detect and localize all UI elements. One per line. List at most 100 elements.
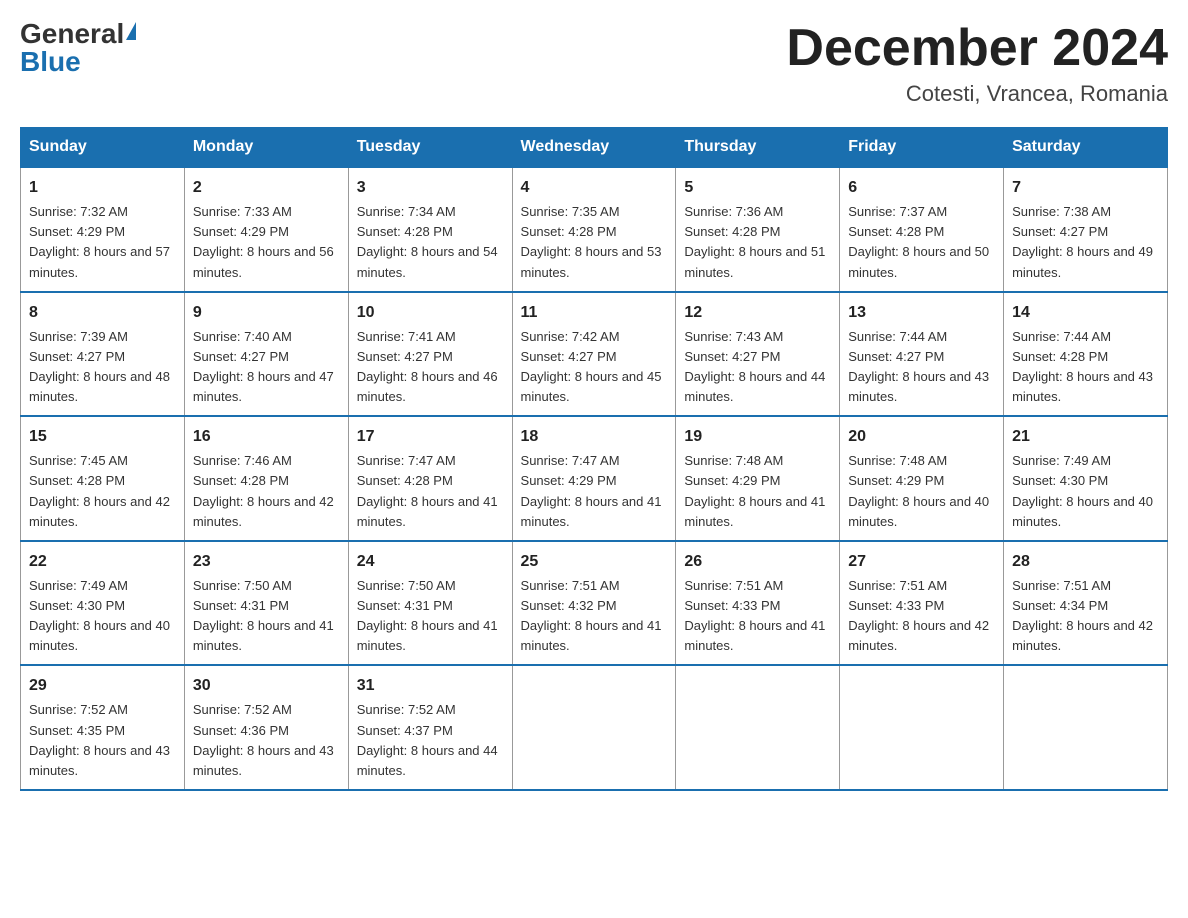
calendar-cell: 26 Sunrise: 7:51 AMSunset: 4:33 PMDayligh… (676, 541, 840, 666)
calendar-cell: 27 Sunrise: 7:51 AMSunset: 4:33 PMDayligh… (840, 541, 1004, 666)
day-info: Sunrise: 7:50 AMSunset: 4:31 PMDaylight:… (193, 578, 334, 653)
day-number: 27 (848, 550, 995, 574)
day-info: Sunrise: 7:47 AMSunset: 4:28 PMDaylight:… (357, 453, 498, 528)
day-header-saturday: Saturday (1004, 128, 1168, 168)
day-number: 30 (193, 674, 340, 698)
day-info: Sunrise: 7:52 AMSunset: 4:35 PMDaylight:… (29, 702, 170, 777)
day-header-thursday: Thursday (676, 128, 840, 168)
day-info: Sunrise: 7:35 AMSunset: 4:28 PMDaylight:… (521, 204, 662, 279)
calendar-week-row: 1 Sunrise: 7:32 AMSunset: 4:29 PMDaylight… (21, 167, 1168, 292)
day-info: Sunrise: 7:51 AMSunset: 4:33 PMDaylight:… (848, 578, 989, 653)
calendar-cell: 8 Sunrise: 7:39 AMSunset: 4:27 PMDaylight… (21, 292, 185, 417)
month-title: December 2024 (786, 20, 1168, 77)
calendar-cell: 3 Sunrise: 7:34 AMSunset: 4:28 PMDaylight… (348, 167, 512, 292)
calendar-cell: 12 Sunrise: 7:43 AMSunset: 4:27 PMDayligh… (676, 292, 840, 417)
day-info: Sunrise: 7:52 AMSunset: 4:37 PMDaylight:… (357, 702, 498, 777)
day-number: 14 (1012, 301, 1159, 325)
day-number: 25 (521, 550, 668, 574)
day-number: 26 (684, 550, 831, 574)
logo: General Blue (20, 20, 136, 76)
calendar-cell (512, 665, 676, 790)
calendar-cell: 2 Sunrise: 7:33 AMSunset: 4:29 PMDaylight… (184, 167, 348, 292)
calendar-cell (1004, 665, 1168, 790)
calendar-cell: 16 Sunrise: 7:46 AMSunset: 4:28 PMDayligh… (184, 416, 348, 541)
day-info: Sunrise: 7:46 AMSunset: 4:28 PMDaylight:… (193, 453, 334, 528)
calendar-week-row: 22Sunrise: 7:49 AMSunset: 4:30 PMDayligh… (21, 541, 1168, 666)
day-info: Sunrise: 7:42 AMSunset: 4:27 PMDaylight:… (521, 329, 662, 404)
logo-blue: Blue (20, 48, 81, 76)
calendar-cell: 15 Sunrise: 7:45 AMSunset: 4:28 PMDayligh… (21, 416, 185, 541)
calendar-cell: 29 Sunrise: 7:52 AMSunset: 4:35 PMDayligh… (21, 665, 185, 790)
calendar-cell (840, 665, 1004, 790)
day-header-wednesday: Wednesday (512, 128, 676, 168)
calendar-cell: 19Sunrise: 7:48 AMSunset: 4:29 PMDayligh… (676, 416, 840, 541)
day-number: 20 (848, 425, 995, 449)
day-info: Sunrise: 7:49 AMSunset: 4:30 PMDaylight:… (29, 578, 170, 653)
logo-general: General (20, 20, 124, 48)
day-number: 1 (29, 176, 176, 200)
day-number: 9 (193, 301, 340, 325)
day-info: Sunrise: 7:51 AMSunset: 4:33 PMDaylight:… (684, 578, 825, 653)
calendar-cell: 1 Sunrise: 7:32 AMSunset: 4:29 PMDaylight… (21, 167, 185, 292)
day-number: 10 (357, 301, 504, 325)
calendar-cell: 24 Sunrise: 7:50 AMSunset: 4:31 PMDayligh… (348, 541, 512, 666)
day-number: 21 (1012, 425, 1159, 449)
page-header: General Blue December 2024 Cotesti, Vran… (20, 20, 1168, 107)
calendar-cell: 30 Sunrise: 7:52 AMSunset: 4:36 PMDayligh… (184, 665, 348, 790)
day-number: 11 (521, 301, 668, 325)
day-info: Sunrise: 7:39 AMSunset: 4:27 PMDaylight:… (29, 329, 170, 404)
calendar-cell: 14 Sunrise: 7:44 AMSunset: 4:28 PMDayligh… (1004, 292, 1168, 417)
day-info: Sunrise: 7:50 AMSunset: 4:31 PMDaylight:… (357, 578, 498, 653)
day-info: Sunrise: 7:51 AMSunset: 4:34 PMDaylight:… (1012, 578, 1153, 653)
day-number: 5 (684, 176, 831, 200)
day-number: 29 (29, 674, 176, 698)
day-number: 13 (848, 301, 995, 325)
calendar-cell: 13Sunrise: 7:44 AMSunset: 4:27 PMDayligh… (840, 292, 1004, 417)
day-info: Sunrise: 7:32 AMSunset: 4:29 PMDaylight:… (29, 204, 170, 279)
day-number: 2 (193, 176, 340, 200)
calendar-week-row: 29 Sunrise: 7:52 AMSunset: 4:35 PMDayligh… (21, 665, 1168, 790)
day-number: 16 (193, 425, 340, 449)
calendar-cell: 25 Sunrise: 7:51 AMSunset: 4:32 PMDayligh… (512, 541, 676, 666)
day-number: 17 (357, 425, 504, 449)
day-number: 18 (521, 425, 668, 449)
day-header-tuesday: Tuesday (348, 128, 512, 168)
calendar-cell: 5 Sunrise: 7:36 AMSunset: 4:28 PMDaylight… (676, 167, 840, 292)
day-info: Sunrise: 7:51 AMSunset: 4:32 PMDaylight:… (521, 578, 662, 653)
calendar-cell: 31Sunrise: 7:52 AMSunset: 4:37 PMDayligh… (348, 665, 512, 790)
day-number: 24 (357, 550, 504, 574)
day-number: 23 (193, 550, 340, 574)
day-header-monday: Monday (184, 128, 348, 168)
day-info: Sunrise: 7:41 AMSunset: 4:27 PMDaylight:… (357, 329, 498, 404)
calendar-week-row: 15 Sunrise: 7:45 AMSunset: 4:28 PMDayligh… (21, 416, 1168, 541)
calendar-cell: 7 Sunrise: 7:38 AMSunset: 4:27 PMDaylight… (1004, 167, 1168, 292)
day-info: Sunrise: 7:47 AMSunset: 4:29 PMDaylight:… (521, 453, 662, 528)
logo-text: General (20, 20, 136, 48)
day-info: Sunrise: 7:44 AMSunset: 4:28 PMDaylight:… (1012, 329, 1153, 404)
day-info: Sunrise: 7:40 AMSunset: 4:27 PMDaylight:… (193, 329, 334, 404)
day-info: Sunrise: 7:52 AMSunset: 4:36 PMDaylight:… (193, 702, 334, 777)
day-info: Sunrise: 7:45 AMSunset: 4:28 PMDaylight:… (29, 453, 170, 528)
day-info: Sunrise: 7:43 AMSunset: 4:27 PMDaylight:… (684, 329, 825, 404)
day-number: 8 (29, 301, 176, 325)
day-info: Sunrise: 7:49 AMSunset: 4:30 PMDaylight:… (1012, 453, 1153, 528)
calendar-cell: 17 Sunrise: 7:47 AMSunset: 4:28 PMDayligh… (348, 416, 512, 541)
day-number: 3 (357, 176, 504, 200)
day-number: 6 (848, 176, 995, 200)
day-number: 4 (521, 176, 668, 200)
day-info: Sunrise: 7:37 AMSunset: 4:28 PMDaylight:… (848, 204, 989, 279)
day-number: 19 (684, 425, 831, 449)
calendar-week-row: 8 Sunrise: 7:39 AMSunset: 4:27 PMDaylight… (21, 292, 1168, 417)
day-number: 15 (29, 425, 176, 449)
calendar-cell (676, 665, 840, 790)
location: Cotesti, Vrancea, Romania (786, 81, 1168, 107)
day-info: Sunrise: 7:36 AMSunset: 4:28 PMDaylight:… (684, 204, 825, 279)
day-number: 12 (684, 301, 831, 325)
day-info: Sunrise: 7:33 AMSunset: 4:29 PMDaylight:… (193, 204, 334, 279)
calendar-table: SundayMondayTuesdayWednesdayThursdayFrid… (20, 127, 1168, 791)
day-info: Sunrise: 7:38 AMSunset: 4:27 PMDaylight:… (1012, 204, 1153, 279)
day-info: Sunrise: 7:48 AMSunset: 4:29 PMDaylight:… (848, 453, 989, 528)
day-number: 7 (1012, 176, 1159, 200)
calendar-cell: 21 Sunrise: 7:49 AMSunset: 4:30 PMDayligh… (1004, 416, 1168, 541)
day-info: Sunrise: 7:34 AMSunset: 4:28 PMDaylight:… (357, 204, 498, 279)
